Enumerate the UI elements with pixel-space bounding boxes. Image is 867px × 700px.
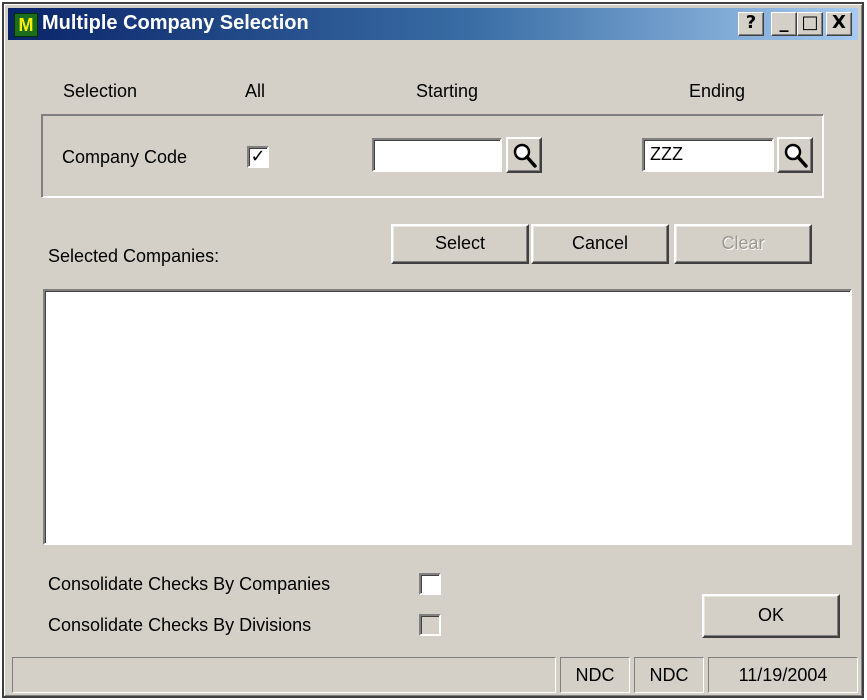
selected-companies-list[interactable]: [43, 289, 852, 545]
starting-lookup-button[interactable]: [506, 137, 542, 173]
company-code-label: Company Code: [62, 147, 188, 167]
selection-header: Selection: [63, 81, 138, 101]
consolidate-divisions-checkbox[interactable]: [419, 614, 441, 636]
select-button[interactable]: Select: [391, 224, 529, 264]
all-header: All: [245, 81, 266, 101]
ending-company-input[interactable]: ZZZ: [642, 138, 774, 172]
close-button[interactable]: X: [826, 12, 852, 36]
selected-companies-label: Selected Companies:: [48, 246, 220, 266]
ending-header: Ending: [689, 81, 746, 101]
window-title: Multiple Company Selection: [42, 12, 309, 34]
app-icon: M: [14, 13, 38, 37]
cancel-button[interactable]: Cancel: [531, 224, 669, 264]
status-bar: NDC NDC 11/19/2004: [8, 657, 860, 693]
consolidate-divisions-label: Consolidate Checks By Divisions: [48, 615, 312, 635]
status-date: 11/19/2004: [708, 657, 858, 693]
status-panel-2: NDC: [634, 657, 704, 693]
consolidate-companies-checkbox[interactable]: [419, 573, 441, 595]
multiple-company-selection-dialog: M Multiple Company Selection ? _ □ X Sel…: [2, 2, 864, 698]
magnifier-icon: [513, 143, 537, 168]
clear-button[interactable]: Clear: [674, 224, 812, 264]
starting-company-input[interactable]: [372, 138, 502, 172]
status-panel-1: NDC: [560, 657, 630, 693]
help-button[interactable]: ?: [738, 12, 764, 36]
title-bar[interactable]: M Multiple Company Selection ? _ □ X: [8, 8, 858, 40]
minimize-button[interactable]: _: [771, 12, 797, 36]
ending-lookup-button[interactable]: [777, 137, 813, 173]
maximize-button[interactable]: □: [797, 12, 823, 36]
ok-button[interactable]: OK: [702, 594, 840, 638]
starting-header: Starting: [416, 81, 479, 101]
all-checkbox[interactable]: ✓: [247, 146, 269, 168]
magnifier-icon: [784, 143, 808, 168]
status-message: [12, 657, 556, 693]
consolidate-companies-label: Consolidate Checks By Companies: [48, 574, 331, 594]
